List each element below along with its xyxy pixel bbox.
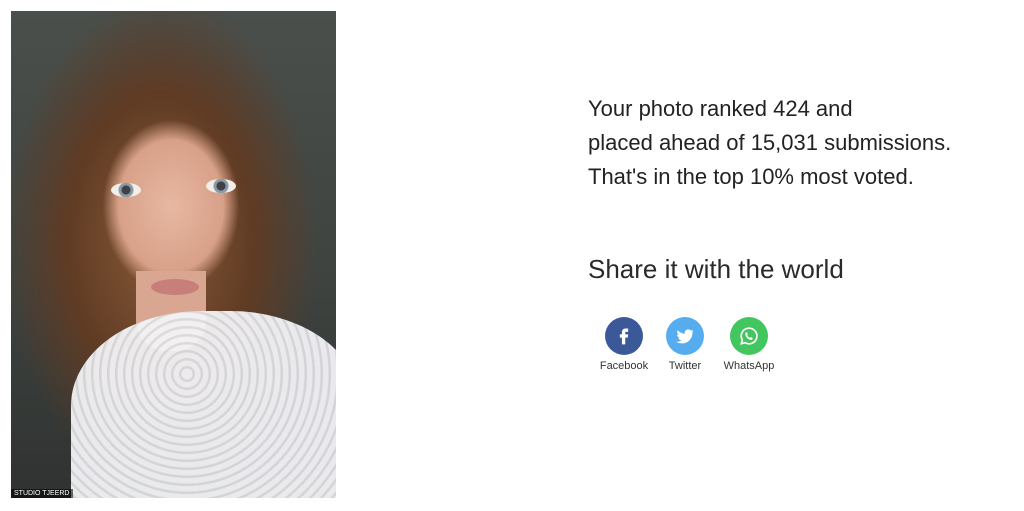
- facebook-label: Facebook: [599, 360, 649, 372]
- share-twitter-button[interactable]: Twitter: [659, 317, 711, 372]
- photo-left-eye: [111, 183, 141, 197]
- share-whatsapp-button[interactable]: WhatsApp: [718, 317, 780, 372]
- submitted-photo: STUDIO TJEERD: [11, 11, 336, 498]
- share-facebook-button[interactable]: Facebook: [596, 317, 652, 372]
- share-heading: Share it with the world: [588, 254, 844, 284]
- photo-right-eye: [206, 179, 236, 193]
- ranking-line-percent: That's in the top 10% most voted.: [588, 164, 914, 189]
- photo-watermark: STUDIO TJEERD: [11, 489, 73, 498]
- twitter-label: Twitter: [668, 360, 702, 372]
- photo-lips: [151, 279, 199, 295]
- whatsapp-label: WhatsApp: [723, 360, 775, 372]
- whatsapp-icon: [730, 317, 768, 355]
- ranking-line-rank: Your photo ranked 424 and: [588, 96, 853, 121]
- twitter-icon: [666, 317, 704, 355]
- facebook-icon: [605, 317, 643, 355]
- photo-lace-collar: [71, 311, 336, 498]
- ranking-result: Your photo ranked 424 and placed ahead o…: [588, 92, 1008, 194]
- ranking-line-ahead: placed ahead of 15,031 submissions.: [588, 130, 952, 155]
